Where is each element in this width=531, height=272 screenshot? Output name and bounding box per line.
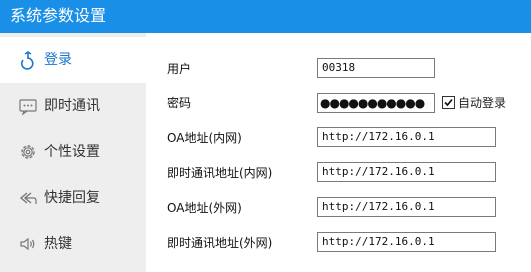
sidebar-item-personal-settings[interactable]: 个性设置: [0, 129, 146, 175]
username-field[interactable]: 00318: [317, 58, 435, 78]
reply-icon: [18, 188, 38, 208]
sidebar: 登录 即时通讯 个性设置 快捷回复 热键: [0, 33, 146, 272]
username-label: 用户: [167, 62, 192, 76]
im-external-label: 即时通讯地址(外网): [167, 236, 273, 250]
sidebar-item-label: 登录: [44, 52, 72, 68]
im-internal-field[interactable]: http://172.16.0.1: [317, 162, 496, 182]
gear-icon: [18, 142, 38, 162]
sidebar-item-hotkeys[interactable]: 热键: [0, 221, 146, 267]
oa-internal-label: OA地址(内网): [167, 131, 242, 145]
sidebar-item-label: 个性设置: [44, 144, 100, 160]
oa-internal-field[interactable]: http://172.16.0.1: [317, 127, 496, 147]
speaker-icon: [18, 234, 38, 254]
auto-login-label: 自动登录: [458, 96, 507, 110]
sidebar-item-label: 即时通讯: [44, 98, 100, 114]
sidebar-item-label: 快捷回复: [44, 190, 100, 206]
password-field[interactable]: ●●●●●●●●●●●: [317, 93, 435, 113]
sidebar-item-im[interactable]: 即时通讯: [0, 83, 146, 129]
password-label: 密码: [167, 96, 192, 110]
chat-icon: [18, 96, 38, 116]
login-icon: [18, 50, 38, 70]
oa-external-label: OA地址(外网): [167, 201, 242, 215]
sidebar-item-label: 热键: [44, 236, 72, 252]
oa-external-field[interactable]: http://172.16.0.1: [317, 197, 496, 217]
window-title: 系统参数设置: [10, 6, 107, 25]
title-bar: 系统参数设置: [0, 0, 531, 33]
checkmark-icon: [444, 98, 453, 107]
sidebar-item-login[interactable]: 登录: [0, 37, 146, 83]
sidebar-item-quick-reply[interactable]: 快捷回复: [0, 175, 146, 221]
checkbox-box[interactable]: [442, 96, 455, 109]
im-external-field[interactable]: http://172.16.0.1: [317, 232, 496, 252]
im-internal-label: 即时通讯地址(内网): [167, 166, 273, 180]
